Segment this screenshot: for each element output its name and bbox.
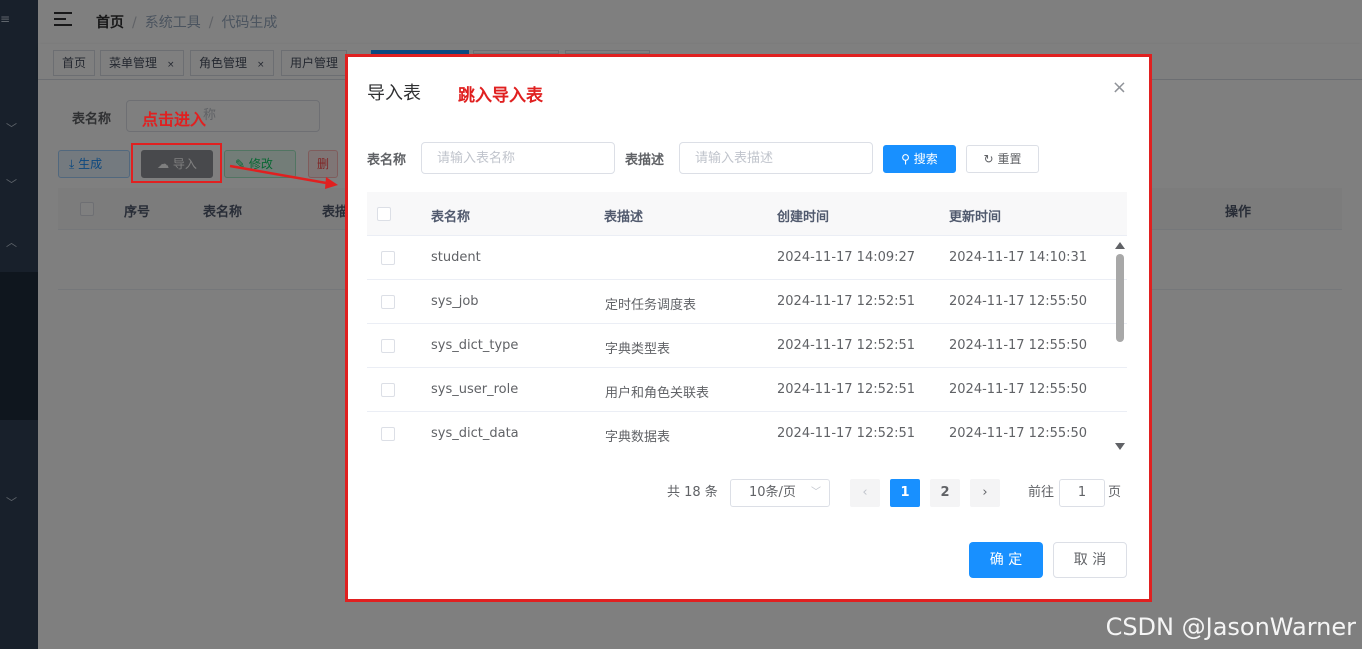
page-size-select[interactable]: 10条/页 ﹀ xyxy=(730,479,830,507)
page-1-button[interactable]: 1 xyxy=(890,479,920,507)
refresh-icon: ↻ xyxy=(983,152,994,166)
cell-table-name: sys_dict_data xyxy=(431,426,519,441)
row-checkbox[interactable] xyxy=(381,339,395,353)
table-row[interactable]: sys_dict_type 字典类型表 2024-11-17 12:52:51 … xyxy=(367,324,1127,368)
search-icon: ⚲ xyxy=(901,152,910,166)
column-header-table-desc: 表描述 xyxy=(604,210,644,225)
cell-updated: 2024-11-17 12:55:50 xyxy=(949,338,1088,353)
table-desc-input[interactable] xyxy=(679,142,873,174)
import-table: 表名称 表描述 创建时间 更新时间 student 2024-11-17 14:… xyxy=(367,192,1127,452)
cell-updated: 2024-11-17 12:55:50 xyxy=(949,294,1088,309)
table-row[interactable]: sys_dict_data 字典数据表 2024-11-17 12:52:51 … xyxy=(367,412,1127,452)
column-header-updated: 更新时间 xyxy=(949,210,1002,225)
next-page-button[interactable]: › xyxy=(970,479,1000,507)
cell-table-name: sys_user_role xyxy=(431,382,519,397)
annotation-click-text: 点击进入 xyxy=(142,110,207,129)
page-2-button[interactable]: 2 xyxy=(930,479,960,507)
annotation-dialog-text: 跳入导入表 xyxy=(458,86,543,106)
watermark: CSDN @JasonWarner xyxy=(1105,613,1356,641)
cell-table-desc: 定时任务调度表 xyxy=(605,298,697,313)
table-desc-label: 表描述 xyxy=(625,153,665,168)
cell-updated: 2024-11-17 14:10:31 xyxy=(949,250,1088,265)
pagination-total: 共 18 条 xyxy=(667,485,718,500)
cell-table-name: student xyxy=(431,250,481,265)
goto-page-input[interactable]: 1 xyxy=(1059,479,1105,507)
confirm-button[interactable]: 确 定 xyxy=(969,542,1043,578)
close-icon[interactable]: × xyxy=(1112,77,1127,98)
row-checkbox[interactable] xyxy=(381,383,395,397)
table-name-label: 表名称 xyxy=(367,153,407,168)
table-name-input[interactable] xyxy=(421,142,615,174)
import-table-dialog: 导入表 跳入导入表 × 表名称 表描述 ⚲ 搜索 ↻ 重置 表名称 表描述 创建… xyxy=(348,57,1149,599)
table-scrollbar[interactable] xyxy=(1113,240,1127,452)
chevron-down-icon: ﹀ xyxy=(811,487,821,498)
row-checkbox[interactable] xyxy=(381,427,395,441)
cell-created: 2024-11-17 12:52:51 xyxy=(777,426,916,441)
cell-created: 2024-11-17 12:52:51 xyxy=(777,294,916,309)
page-suffix-label: 页 xyxy=(1108,485,1122,500)
scroll-down-icon[interactable] xyxy=(1115,443,1125,450)
table-row[interactable]: student 2024-11-17 14:09:27 2024-11-17 1… xyxy=(367,236,1127,280)
cell-table-desc: 字典数据表 xyxy=(605,430,671,445)
table-row[interactable]: sys_job 定时任务调度表 2024-11-17 12:52:51 2024… xyxy=(367,280,1127,324)
scroll-up-icon[interactable] xyxy=(1115,242,1125,249)
cell-updated: 2024-11-17 12:55:50 xyxy=(949,426,1088,441)
dialog-title: 导入表 xyxy=(367,83,421,104)
column-header-created: 创建时间 xyxy=(777,210,830,225)
cell-created: 2024-11-17 12:52:51 xyxy=(777,338,916,353)
prev-page-button[interactable]: ‹ xyxy=(850,479,880,507)
search-button[interactable]: ⚲ 搜索 xyxy=(883,145,956,173)
cancel-button[interactable]: 取 消 xyxy=(1053,542,1127,578)
table-body: student 2024-11-17 14:09:27 2024-11-17 1… xyxy=(367,236,1127,452)
cell-created: 2024-11-17 14:09:27 xyxy=(777,250,916,265)
cell-table-desc: 用户和角色关联表 xyxy=(605,386,710,401)
cell-updated: 2024-11-17 12:55:50 xyxy=(949,382,1088,397)
cell-table-desc: 字典类型表 xyxy=(605,342,671,357)
select-all-checkbox[interactable] xyxy=(377,207,391,221)
row-checkbox[interactable] xyxy=(381,251,395,265)
table-row[interactable]: sys_user_role 用户和角色关联表 2024-11-17 12:52:… xyxy=(367,368,1127,412)
goto-label: 前往 xyxy=(1028,485,1055,500)
cell-table-name: sys_dict_type xyxy=(431,338,519,353)
cell-created: 2024-11-17 12:52:51 xyxy=(777,382,916,397)
scroll-thumb[interactable] xyxy=(1116,254,1124,342)
cell-table-name: sys_job xyxy=(431,294,479,309)
annotation-arrow xyxy=(229,164,338,189)
table-header: 表名称 表描述 创建时间 更新时间 xyxy=(367,192,1127,236)
annotation-highlight-box xyxy=(131,143,222,183)
column-header-table-name: 表名称 xyxy=(431,210,471,225)
row-checkbox[interactable] xyxy=(381,295,395,309)
reset-button[interactable]: ↻ 重置 xyxy=(966,145,1039,173)
